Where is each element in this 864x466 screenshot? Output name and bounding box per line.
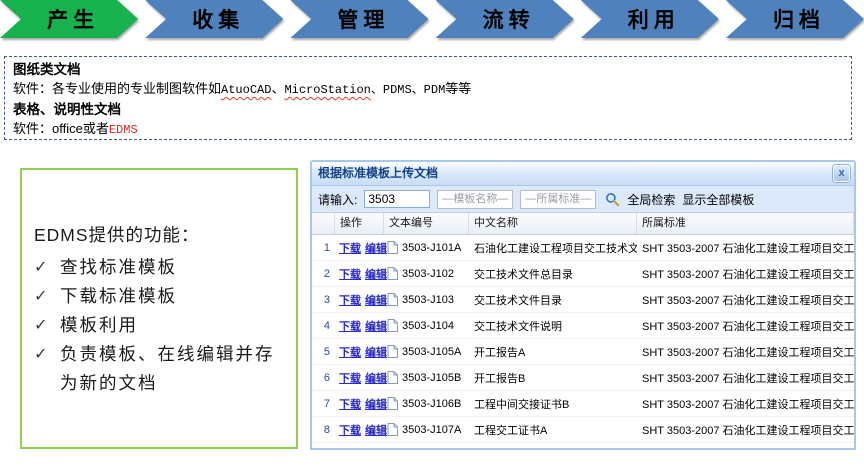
table-row[interactable]: 7 下载编辑 3503-J106B 工程中间交接证书B SHT 3503-200… bbox=[312, 391, 854, 417]
upload-template-window: 根据标准模板上传文档 x 请输入: —模板名称— —所属标准— 全局检索 显示全… bbox=[310, 160, 856, 450]
chevron-shape: 产生 bbox=[0, 0, 138, 38]
global-search-button[interactable]: 全局检索 bbox=[627, 191, 675, 208]
download-link[interactable]: 下载 bbox=[339, 399, 361, 411]
note-heading-tables: 表格、说明性文档 bbox=[13, 100, 843, 119]
download-link[interactable]: 下载 bbox=[339, 295, 361, 307]
note-software-line-2: 软件：office或者EDMS bbox=[13, 119, 843, 140]
note-heading-drawings: 图纸类文档 bbox=[13, 60, 843, 79]
edms-feature-item: ✓ 下载标准模板 bbox=[34, 282, 290, 311]
column-doc-code[interactable]: 文本编号 bbox=[384, 213, 469, 234]
column-chinese-name[interactable]: 中文名称 bbox=[469, 213, 637, 234]
check-icon: ✓ bbox=[34, 253, 60, 282]
show-all-templates-button[interactable]: 显示全部模板 bbox=[682, 191, 754, 208]
edms-feature-item: ✓ 模板利用 bbox=[34, 311, 290, 340]
document-icon bbox=[387, 423, 398, 436]
app-name-microstation: MicroStation bbox=[284, 83, 370, 97]
slide: 产生 收集 管理 流转 利用 归档 图纸类文档 软件：各专业使用的专业制图软件如… bbox=[0, 0, 864, 466]
document-types-note: 图纸类文档 软件：各专业使用的专业制图软件如AtuoCAD、MicroStati… bbox=[4, 56, 852, 140]
edms-feature-item: ✓ 负责模板、在线编辑并存为新的文档 bbox=[34, 340, 290, 398]
template-name-dropdown[interactable]: —模板名称— bbox=[437, 190, 513, 209]
process-step-use: 利用 bbox=[581, 0, 719, 38]
table-row[interactable]: 5 下载编辑 3503-J105A 开工报告A SHT 3503-2007 石油… bbox=[312, 339, 854, 365]
process-step-collect: 收集 bbox=[145, 0, 283, 38]
check-icon: ✓ bbox=[34, 282, 60, 311]
note-software-line-1: 软件：各专业使用的专业制图软件如AtuoCAD、MicroStation、PDM… bbox=[13, 79, 843, 100]
window-titlebar: 根据标准模板上传文档 x bbox=[312, 162, 854, 186]
document-icon bbox=[387, 293, 398, 306]
process-flow-bar: 产生 收集 管理 流转 利用 归档 bbox=[0, 0, 864, 38]
search-icon[interactable] bbox=[605, 192, 620, 207]
download-link[interactable]: 下载 bbox=[339, 425, 361, 437]
chevron-shape: 利用 bbox=[581, 0, 719, 38]
document-icon bbox=[387, 319, 398, 332]
table-row[interactable]: 2 下载编辑 3503-J102 交工技术文件总目录 SHT 3503-2007… bbox=[312, 261, 854, 287]
chevron-shape: 归档 bbox=[726, 0, 864, 38]
table-row[interactable]: 8 下载编辑 3503-J107A 工程交工证书A SHT 3503-2007 … bbox=[312, 417, 854, 443]
check-icon: ✓ bbox=[34, 340, 60, 398]
process-step-produce: 产生 bbox=[0, 0, 138, 38]
download-link[interactable]: 下载 bbox=[339, 347, 361, 359]
table-body: 1 下载编辑 3503-J101A 石油化工建设工程项目交工技术文件封面A SH… bbox=[312, 235, 854, 443]
download-link[interactable]: 下载 bbox=[339, 243, 361, 255]
edms-features-box: EDMS提供的功能： ✓ 查找标准模板 ✓ 下载标准模板 ✓ 模板利用 ✓ 负责… bbox=[20, 168, 298, 449]
edms-features-title: EDMS提供的功能： bbox=[34, 222, 290, 247]
standard-dropdown[interactable]: —所属标准— bbox=[520, 190, 596, 209]
window-title: 根据标准模板上传文档 bbox=[318, 166, 438, 180]
process-step-flow: 流转 bbox=[436, 0, 574, 38]
table-row[interactable]: 6 下载编辑 3503-J105B 开工报告B SHT 3503-2007 石油… bbox=[312, 365, 854, 391]
download-link[interactable]: 下载 bbox=[339, 321, 361, 333]
column-rownum bbox=[312, 213, 335, 234]
chevron-shape: 管理 bbox=[290, 0, 428, 38]
download-link[interactable]: 下载 bbox=[339, 373, 361, 385]
table-row[interactable]: 4 下载编辑 3503-J104 交工技术文件说明 SHT 3503-2007 … bbox=[312, 313, 854, 339]
edms-red-text: EDMS bbox=[109, 123, 138, 137]
close-icon[interactable]: x bbox=[833, 165, 850, 182]
document-icon bbox=[387, 371, 398, 384]
edms-feature-item: ✓ 查找标准模板 bbox=[34, 253, 290, 282]
process-step-manage: 管理 bbox=[290, 0, 428, 38]
document-icon bbox=[387, 241, 398, 254]
chevron-shape: 收集 bbox=[145, 0, 283, 38]
table-row[interactable]: 3 下载编辑 3503-J103 交工技术文件目录 SHT 3503-2007 … bbox=[312, 287, 854, 313]
check-icon: ✓ bbox=[34, 311, 60, 340]
table-header: 操作 文本编号 中文名称 所属标准 bbox=[312, 213, 854, 235]
process-step-archive: 归档 bbox=[726, 0, 864, 38]
search-toolbar: 请输入: —模板名称— —所属标准— 全局检索 显示全部模板 bbox=[312, 186, 854, 213]
document-icon bbox=[387, 397, 398, 410]
input-label: 请输入: bbox=[318, 191, 357, 208]
search-input[interactable] bbox=[364, 190, 430, 208]
document-icon bbox=[387, 267, 398, 280]
chevron-shape: 流转 bbox=[436, 0, 574, 38]
download-link[interactable]: 下载 bbox=[339, 269, 361, 281]
table-row[interactable]: 1 下载编辑 3503-J101A 石油化工建设工程项目交工技术文件封面A SH… bbox=[312, 235, 854, 261]
column-standard[interactable]: 所属标准 bbox=[637, 213, 854, 234]
document-icon bbox=[387, 345, 398, 358]
app-name-atuocad: AtuoCAD bbox=[221, 83, 271, 97]
column-operation[interactable]: 操作 bbox=[335, 213, 384, 234]
